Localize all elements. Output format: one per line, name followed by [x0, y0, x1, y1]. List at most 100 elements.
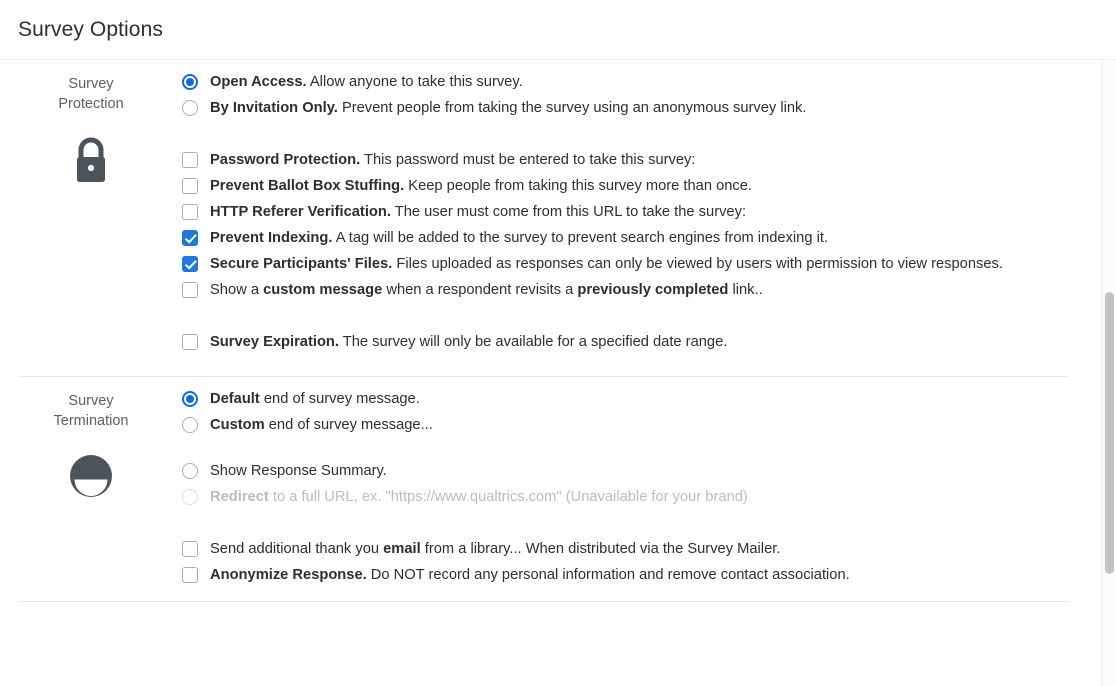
section-survey-termination: Survey Termination Default end of survey… [0, 377, 1116, 601]
option-label-by-invitation-only: By Invitation Only. Prevent people from … [210, 98, 806, 118]
option-row-anonymize-response[interactable]: Anonymize Response. Do NOT record any pe… [182, 565, 1076, 585]
option-row-open-access[interactable]: Open Access. Allow anyone to take this s… [182, 72, 1076, 92]
option-row-default-end-message[interactable]: Default end of survey message. [182, 389, 1076, 409]
checkbox-secure-participants-files[interactable] [182, 256, 198, 272]
option-label-bold: Default [210, 391, 260, 407]
option-label-default-end-message: Default end of survey message. [210, 389, 420, 409]
option-row-survey-expiration[interactable]: Survey Expiration. The survey will only … [182, 332, 1076, 352]
option-label-bold: Custom [210, 417, 265, 433]
option-label-bold: Survey Expiration. [210, 334, 339, 350]
option-row-send-additional-thank-you-email[interactable]: Send additional thank you email from a l… [182, 539, 1076, 559]
option-label-pre: Show a [210, 282, 264, 298]
option-label-rest: The user must come from this URL to take… [390, 204, 747, 220]
radio-redirect-to-full-url [182, 489, 198, 505]
option-label-bold: email [383, 541, 421, 557]
option-label-anonymize-response: Anonymize Response. Do NOT record any pe… [210, 565, 850, 585]
option-label-pre: Send additional thank you [210, 541, 384, 557]
option-label-mid: when a respondent revisits a [382, 282, 578, 298]
survey-expiration-group: Survey Expiration. The survey will only … [182, 332, 1076, 352]
section-body: Default end of survey message. Custom en… [182, 377, 1116, 601]
option-label-bold: Anonymize Response. [210, 567, 367, 583]
option-label-rest: link.. [728, 282, 763, 298]
option-row-by-invitation-only[interactable]: By Invitation Only. Prevent people from … [182, 98, 1076, 118]
option-label-send-additional-thank-you-email: Send additional thank you email from a l… [210, 539, 780, 559]
radio-custom-end-message[interactable] [182, 417, 198, 433]
option-label-rest: Keep people from taking this survey more… [404, 178, 753, 194]
option-label-prevent-indexing: Prevent Indexing. A tag will be added to… [210, 228, 828, 248]
section-bottom-spacer [182, 591, 1076, 601]
termination-checkbox-group: Send additional thank you email from a l… [182, 539, 1076, 585]
options-scroll-area: Survey Protection Open Access. Allow any… [0, 60, 1116, 686]
option-label-bold2: previously completed [577, 282, 729, 298]
option-label-bold: HTTP Referer Verification. [210, 204, 391, 220]
page-header: Survey Options [0, 0, 1116, 60]
option-label-show-response-summary: Show Response Summary. [210, 461, 387, 481]
option-label-password-protection: Password Protection. This password must … [210, 150, 695, 170]
protection-access-radio-group: Open Access. Allow anyone to take this s… [182, 72, 1076, 118]
section-label-line1: Survey [68, 393, 114, 409]
option-row-redirect-to-full-url: Redirect to a full URL, ex. "https://www… [182, 487, 1076, 507]
option-label-open-access: Open Access. Allow anyone to take this s… [210, 72, 523, 92]
option-label-custom-message-previously-completed: Show a custom message when a respondent … [210, 280, 763, 300]
option-label-rest: end of survey message... [264, 417, 433, 433]
protection-checkbox-group: Password Protection. This password must … [182, 150, 1076, 300]
option-row-custom-message-previously-completed[interactable]: Show a custom message when a respondent … [182, 280, 1076, 300]
option-label-rest: end of survey message. [259, 391, 420, 407]
option-label-prevent-ballot-box-stuffing: Prevent Ballot Box Stuffing. Keep people… [210, 176, 752, 196]
option-label-custom-end-message: Custom end of survey message... [210, 415, 433, 435]
section-divider-bottom [18, 601, 1068, 602]
option-row-show-response-summary[interactable]: Show Response Summary. [182, 461, 1076, 481]
lock-icon [70, 136, 112, 189]
section-label-line1: Survey [68, 76, 114, 92]
option-row-http-referer-verification[interactable]: HTTP Referer Verification. The user must… [182, 202, 1076, 222]
vertical-scrollbar-track[interactable] [1101, 60, 1116, 686]
option-label-bold: custom message [263, 282, 383, 298]
option-label-rest: A tag will be added to the survey to pre… [332, 230, 829, 246]
section-label-line2: Protection [58, 96, 124, 112]
option-label-bold: Open Access. [210, 74, 307, 90]
checkbox-prevent-ballot-box-stuffing[interactable] [182, 178, 198, 194]
radio-by-invitation-only[interactable] [182, 100, 198, 116]
section-label: Survey Termination [54, 391, 129, 431]
vertical-scrollbar-thumb[interactable] [1105, 292, 1114, 574]
checkbox-send-additional-thank-you-email[interactable] [182, 541, 198, 557]
option-label-rest: The survey will only be available for a … [338, 334, 728, 350]
checkbox-anonymize-response[interactable] [182, 567, 198, 583]
option-label-bold: Prevent Ballot Box Stuffing. [210, 178, 405, 194]
option-label-bold: Secure Participants' Files. [210, 256, 393, 272]
option-label-rest: Files uploaded as responses can only be … [392, 256, 1003, 272]
termination-destination-radio-group: Show Response Summary. Redirect to a ful… [182, 461, 1076, 507]
checkbox-password-protection[interactable] [182, 152, 198, 168]
option-row-custom-end-message[interactable]: Custom end of survey message... [182, 415, 1076, 435]
section-label-column: Survey Termination [0, 377, 182, 601]
option-row-prevent-indexing[interactable]: Prevent Indexing. A tag will be added to… [182, 228, 1076, 248]
section-bottom-spacer [182, 360, 1076, 376]
radio-default-end-message[interactable] [182, 391, 198, 407]
checkbox-survey-expiration[interactable] [182, 334, 198, 350]
option-row-prevent-ballot-box-stuffing[interactable]: Prevent Ballot Box Stuffing. Keep people… [182, 176, 1076, 196]
radio-open-access[interactable] [182, 74, 198, 90]
option-row-password-protection[interactable]: Password Protection. This password must … [182, 150, 1076, 170]
radio-show-response-summary[interactable] [182, 463, 198, 479]
option-label-rest: Show Response Summary. [210, 463, 387, 479]
section-body: Open Access. Allow anyone to take this s… [182, 60, 1116, 376]
option-label-bold: By Invitation Only. [210, 100, 338, 116]
termination-message-radio-group: Default end of survey message. Custom en… [182, 389, 1076, 435]
option-row-secure-participants-files[interactable]: Secure Participants' Files. Files upload… [182, 254, 1076, 274]
option-label-rest: This password must be entered to take th… [360, 152, 696, 168]
option-label-survey-expiration: Survey Expiration. The survey will only … [210, 332, 727, 352]
option-label-rest: to a full URL, ex. "https://www.qualtric… [268, 489, 748, 505]
page-title: Survey Options [18, 17, 163, 41]
checkbox-prevent-indexing[interactable] [182, 230, 198, 246]
section-label: Survey Protection [58, 74, 123, 114]
option-label-bold: Prevent Indexing. [210, 230, 333, 246]
option-label-secure-participants-files: Secure Participants' Files. Files upload… [210, 254, 1003, 274]
checkbox-custom-message-previously-completed[interactable] [182, 282, 198, 298]
checkbox-http-referer-verification[interactable] [182, 204, 198, 220]
option-label-rest: Allow anyone to take this survey. [306, 74, 523, 90]
option-label-redirect-to-full-url: Redirect to a full URL, ex. "https://www… [210, 487, 748, 507]
